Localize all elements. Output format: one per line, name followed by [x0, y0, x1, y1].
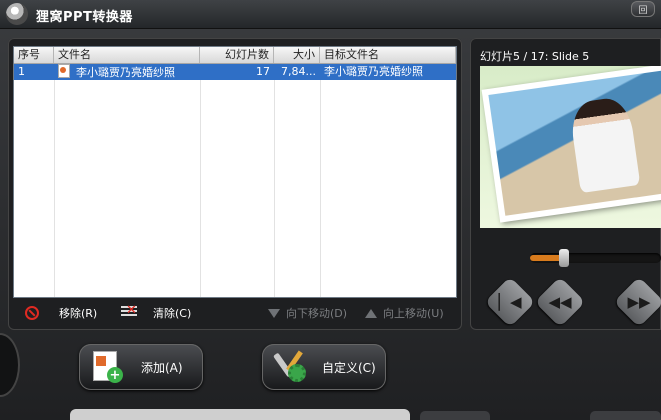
list-toolbar: 移除(R) 清除(C) 向下移动(D) 向上移动(U)	[13, 300, 455, 326]
column-divider	[54, 47, 55, 297]
bottom-control[interactable]	[420, 411, 490, 420]
corner-button[interactable]: 回	[631, 1, 655, 17]
move-down-button[interactable]: 向下移动(D)	[268, 303, 347, 323]
arrow-up-icon	[365, 308, 377, 318]
clear-button[interactable]: 清除(C)	[121, 303, 191, 323]
cell-filename: 李小璐贾乃亮婚纱照	[54, 64, 200, 80]
remove-label: 移除(R)	[59, 307, 98, 320]
skip-back-icon: ▏◀	[498, 293, 522, 311]
move-up-label: 向上移动(U)	[383, 307, 444, 320]
slide-preview	[480, 66, 661, 228]
add-button[interactable]: + 添加(A)	[79, 344, 203, 390]
title-bar: 狸窝PPT转换器 回	[0, 0, 661, 29]
column-divider	[320, 47, 321, 297]
arrow-down-icon	[268, 308, 280, 318]
side-dial	[0, 335, 18, 395]
skip-back-button[interactable]: ▏◀	[484, 276, 536, 328]
column-header-target[interactable]: 目标文件名	[320, 47, 456, 63]
rewind-button[interactable]: ◀◀	[534, 276, 586, 328]
app-logo-icon	[6, 3, 28, 25]
seek-handle[interactable]	[559, 249, 569, 267]
bottom-control[interactable]	[590, 411, 661, 420]
slide-indicator: 幻灯片5 / 17: Slide 5	[480, 50, 590, 63]
clear-list-icon	[121, 303, 137, 320]
custom-button[interactable]: 自定义(C)	[262, 344, 386, 390]
column-header-filename[interactable]: 文件名	[54, 47, 200, 63]
column-header-index[interactable]: 序号	[14, 47, 54, 63]
rewind-icon: ◀◀	[548, 293, 572, 311]
move-up-button[interactable]: 向上移动(U)	[365, 303, 444, 323]
cell-size: 7,84...	[281, 65, 316, 78]
fast-forward-button[interactable]: ▶▶	[613, 276, 661, 328]
column-header-size[interactable]: 大小	[274, 47, 320, 63]
preview-photo	[481, 66, 661, 223]
cell-index: 1	[18, 65, 25, 78]
remove-button[interactable]: 移除(R)	[25, 303, 97, 323]
add-label: 添加(A)	[141, 360, 183, 375]
app-window: 狸窝PPT转换器 回 序号 文件名 幻灯片数 大小 目标文件名 1 李小璐贾乃亮…	[0, 0, 661, 420]
photo-subject	[568, 95, 641, 194]
cell-slides: 17	[256, 65, 270, 78]
window-title: 狸窝PPT转换器	[36, 10, 133, 25]
column-divider	[274, 47, 275, 297]
filename-text: 李小璐贾乃亮婚纱照	[76, 66, 175, 79]
column-divider	[200, 47, 201, 297]
photo-scene	[488, 70, 661, 216]
add-ppt-icon: +	[93, 351, 123, 383]
no-entry-icon	[25, 306, 39, 320]
ppt-file-icon	[58, 64, 70, 78]
list-header: 序号 文件名 幻灯片数 大小 目标文件名	[14, 47, 456, 64]
column-header-slides[interactable]: 幻灯片数	[200, 47, 274, 63]
table-row[interactable]: 1 李小璐贾乃亮婚纱照 17 7,84... 李小璐贾乃亮婚纱照	[14, 64, 456, 80]
fast-forward-icon: ▶▶	[627, 293, 651, 311]
settings-tools-icon	[273, 350, 308, 384]
file-list[interactable]: 序号 文件名 幻灯片数 大小 目标文件名 1 李小璐贾乃亮婚纱照 17 7,84…	[13, 46, 457, 298]
clear-label: 清除(C)	[153, 307, 192, 320]
output-path-field[interactable]	[70, 409, 410, 420]
cell-target: 李小璐贾乃亮婚纱照	[324, 65, 423, 78]
move-down-label: 向下移动(D)	[286, 307, 348, 320]
custom-label: 自定义(C)	[322, 360, 376, 375]
seek-slider[interactable]	[530, 253, 661, 263]
